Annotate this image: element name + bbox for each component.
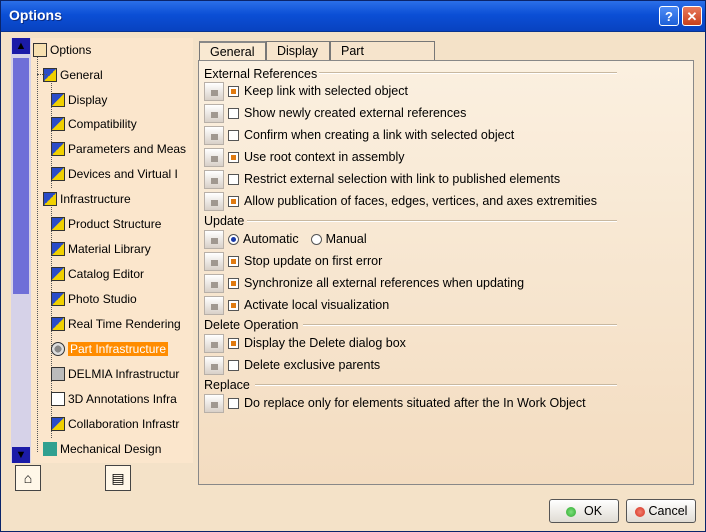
- lock-icon[interactable]: [204, 274, 224, 294]
- scroll-down-arrow-icon[interactable]: ▼: [12, 447, 30, 463]
- allow-publication-checkbox[interactable]: [228, 196, 239, 208]
- delete-dialog-checkbox[interactable]: [228, 338, 239, 350]
- delmia-icon: [51, 366, 65, 381]
- tree-toolbar: ⌂ ▤: [11, 463, 193, 493]
- export-options-icon[interactable]: ▤: [105, 465, 131, 491]
- infrastructure-icon: [43, 191, 57, 206]
- option-row: Use root context in assembly: [204, 147, 405, 168]
- material-library-icon: [51, 241, 65, 256]
- tree-item-devices[interactable]: Devices and Virtual I: [51, 162, 178, 184]
- tree-item-display[interactable]: Display: [51, 88, 107, 110]
- option-row: Synchronize all external references when…: [204, 273, 524, 294]
- lock-icon[interactable]: [204, 82, 224, 102]
- confirm-link-checkbox[interactable]: [228, 130, 239, 142]
- option-row: Activate local visualization: [204, 295, 389, 316]
- help-button[interactable]: ?: [659, 6, 679, 26]
- automatic-radio[interactable]: [228, 234, 239, 246]
- options-root-icon: [33, 42, 47, 57]
- lock-icon[interactable]: [204, 230, 224, 250]
- title-bar[interactable]: Options ? ✕: [1, 1, 705, 32]
- section-delete-operation-title: Delete Operation: [204, 318, 299, 332]
- cancel-dot-icon: [634, 506, 645, 517]
- window-title: Options: [9, 7, 62, 23]
- synchronize-checkbox[interactable]: [228, 278, 239, 290]
- lock-icon[interactable]: [204, 394, 224, 414]
- tree-item-real-time-rendering[interactable]: Real Time Rendering: [51, 312, 181, 334]
- tree-item-infrastructure[interactable]: Infrastructure: [33, 187, 131, 209]
- tab-part-document[interactable]: Part Document: [330, 41, 435, 76]
- real-time-rendering-icon: [51, 316, 65, 331]
- section-replace-title: Replace: [204, 378, 250, 392]
- reset-options-icon[interactable]: ⌂: [15, 465, 41, 491]
- options-tree: ▲ ▼ Options General Display Compatibilit…: [11, 38, 193, 463]
- lock-icon[interactable]: [204, 148, 224, 168]
- option-row: Show newly created external references: [204, 103, 466, 124]
- option-row: Do replace only for elements situated af…: [204, 393, 586, 414]
- option-row: Allow publication of faces, edges, verti…: [204, 191, 597, 212]
- lock-icon[interactable]: [204, 252, 224, 272]
- scroll-up-arrow-icon[interactable]: ▲: [12, 38, 30, 54]
- tree-item-part-infrastructure[interactable]: Part Infrastructure: [51, 337, 169, 359]
- restrict-selection-checkbox[interactable]: [228, 174, 239, 186]
- collaboration-icon: [51, 416, 65, 431]
- lock-icon[interactable]: [204, 126, 224, 146]
- local-visualization-checkbox[interactable]: [228, 300, 239, 312]
- tree-scrollbar[interactable]: ▲ ▼: [11, 38, 31, 463]
- tab-general[interactable]: General: [199, 41, 266, 62]
- tree-item-general[interactable]: General: [33, 63, 103, 85]
- tree-item-collaboration[interactable]: Collaboration Infrastr: [51, 412, 179, 434]
- product-structure-icon: [51, 216, 65, 231]
- option-row: Keep link with selected object: [204, 81, 408, 102]
- lock-icon[interactable]: [204, 356, 224, 376]
- tree-item-parameters[interactable]: Parameters and Meas: [51, 137, 186, 159]
- root-context-checkbox[interactable]: [228, 152, 239, 164]
- lock-icon[interactable]: [204, 170, 224, 190]
- stop-update-checkbox[interactable]: [228, 256, 239, 268]
- manual-radio[interactable]: [310, 234, 322, 246]
- option-row: Delete exclusive parents: [204, 355, 380, 376]
- scroll-thumb[interactable]: [13, 58, 29, 294]
- lock-icon[interactable]: [204, 104, 224, 124]
- mechanical-design-icon: [43, 441, 57, 456]
- tree-item-product-structure[interactable]: Product Structure: [51, 212, 161, 234]
- section-external-references-title: External References: [204, 67, 318, 81]
- photo-studio-icon: [51, 291, 65, 306]
- tree-item-delmia[interactable]: DELMIA Infrastructur: [51, 362, 179, 384]
- option-row: Confirm when creating a link with select…: [204, 125, 514, 146]
- catalog-editor-icon: [51, 266, 65, 281]
- cancel-button[interactable]: Cancel: [626, 499, 696, 523]
- replace-in-work-checkbox[interactable]: [228, 398, 239, 410]
- delete-parents-checkbox[interactable]: [228, 360, 239, 372]
- close-button[interactable]: ✕: [682, 6, 702, 26]
- tree-item-material-library[interactable]: Material Library: [51, 237, 151, 259]
- display-icon: [51, 92, 65, 107]
- tab-display[interactable]: Display: [266, 41, 330, 61]
- keep-link-checkbox[interactable]: [228, 86, 239, 98]
- part-infrastructure-icon: [51, 341, 65, 356]
- lock-icon[interactable]: [204, 192, 224, 212]
- tree-item-3d-annotations[interactable]: 3D Annotations Infra: [51, 387, 177, 409]
- option-row: Display the Delete dialog box: [204, 333, 406, 354]
- show-external-refs-checkbox[interactable]: [228, 108, 239, 120]
- devices-icon: [51, 166, 65, 181]
- option-row: Automatic Manual: [204, 229, 367, 250]
- section-update-title: Update: [204, 214, 245, 228]
- options-dialog: Options ? ✕ ▲ ▼ Options General Display …: [0, 0, 706, 532]
- general-tab-panel: External References Keep link with selec…: [198, 60, 694, 485]
- annotations-icon: [51, 391, 65, 406]
- option-row: Restrict external selection with link to…: [204, 169, 560, 190]
- tree-root-options[interactable]: Options: [33, 38, 91, 60]
- ok-button[interactable]: OK: [549, 499, 619, 523]
- lock-icon[interactable]: [204, 296, 224, 316]
- tree-item-compatibility[interactable]: Compatibility: [51, 112, 137, 134]
- tree-item-photo-studio[interactable]: Photo Studio: [51, 287, 137, 309]
- tree-item-mechanical-design[interactable]: Mechanical Design: [33, 437, 161, 459]
- option-row: Stop update on first error: [204, 251, 382, 272]
- tree-item-catalog-editor[interactable]: Catalog Editor: [51, 262, 144, 284]
- compatibility-icon: [51, 116, 65, 131]
- lock-icon[interactable]: [204, 334, 224, 354]
- parameters-icon: [51, 141, 65, 156]
- ok-dot-icon: [565, 506, 576, 517]
